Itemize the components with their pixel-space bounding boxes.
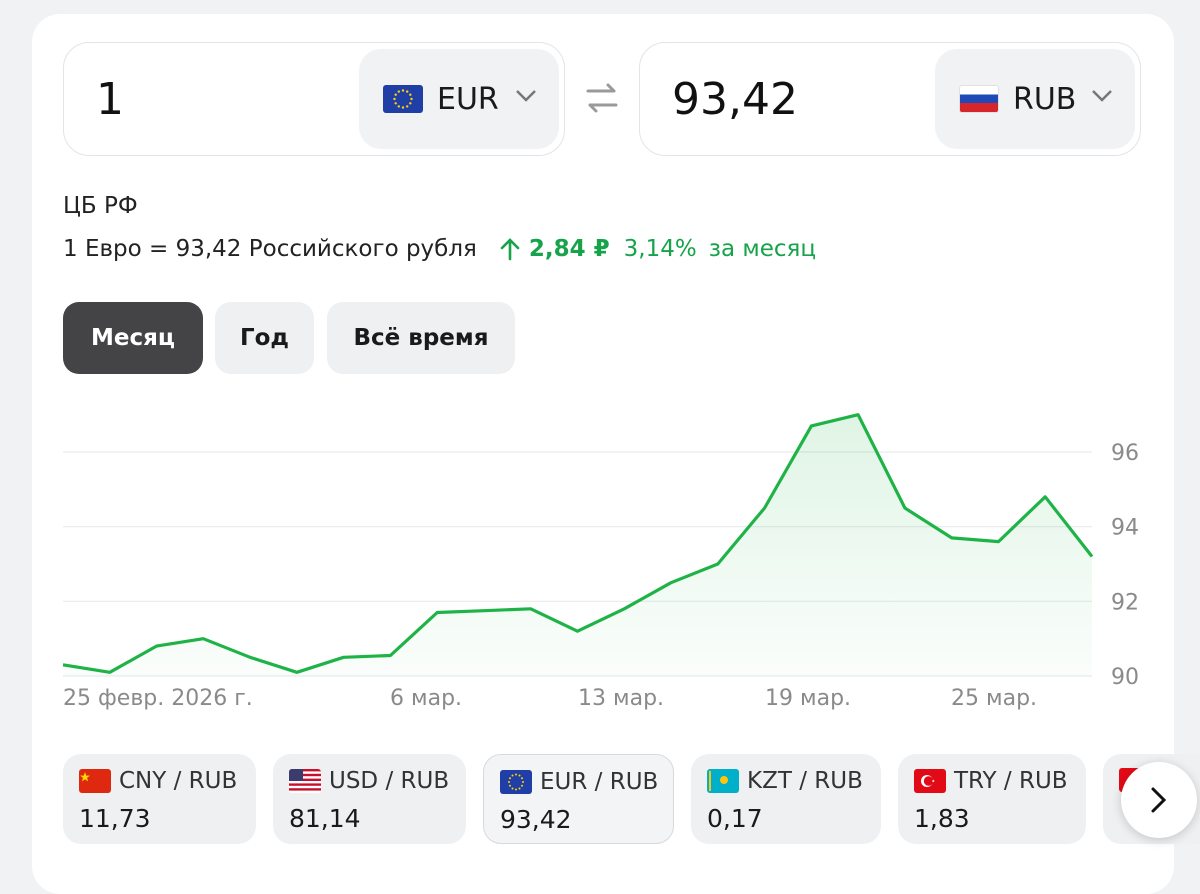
rate-chart[interactable]: 90 92 94 96 25 февр. 2026 г. 6 мар. 13 мар. 19 …: [0, 0, 1200, 865]
chevron-right-icon: [1150, 786, 1168, 814]
next-pairs-button[interactable]: [1121, 762, 1197, 838]
kz-flag-icon: [707, 769, 739, 793]
y-tick-label: 96: [1111, 441, 1139, 466]
pair-label: USD / RUB: [329, 768, 449, 794]
tr-flag-icon: [914, 769, 946, 793]
y-tick-label: 94: [1111, 516, 1139, 541]
x-tick-label: 19 мар.: [765, 686, 851, 711]
chart-area: [63, 415, 1092, 676]
pair-card-kzt[interactable]: KZT / RUB 0,17: [691, 754, 881, 844]
us-flag-icon: [289, 769, 321, 793]
pair-label: EUR / RUB: [540, 769, 658, 795]
pair-value: 93,42: [500, 805, 572, 834]
pair-label: TRY / RUB: [954, 768, 1068, 794]
pair-value: 11,73: [79, 804, 151, 833]
cn-flag-icon: [79, 769, 111, 793]
x-tick-label: 6 мар.: [390, 686, 462, 711]
pair-value: 0,17: [707, 804, 763, 833]
pair-card-try[interactable]: TRY / RUB 1,83: [898, 754, 1086, 844]
pair-card-usd[interactable]: USD / RUB 81,14: [273, 754, 466, 844]
eu-flag-icon: [500, 770, 532, 794]
pair-card-eur[interactable]: EUR / RUB 93,42: [483, 754, 674, 844]
x-tick-label: 25 мар.: [951, 686, 1037, 711]
y-tick-label: 92: [1111, 590, 1139, 615]
pair-value: 1,83: [914, 804, 970, 833]
pair-label: KZT / RUB: [747, 768, 863, 794]
pair-value: 81,14: [289, 804, 361, 833]
x-tick-label: 13 мар.: [578, 686, 664, 711]
pair-label: CNY / RUB: [119, 768, 237, 794]
y-tick-label: 90: [1111, 665, 1139, 690]
x-tick-label: 25 февр. 2026 г.: [63, 686, 253, 711]
pair-card-cny[interactable]: CNY / RUB 11,73: [63, 754, 256, 844]
